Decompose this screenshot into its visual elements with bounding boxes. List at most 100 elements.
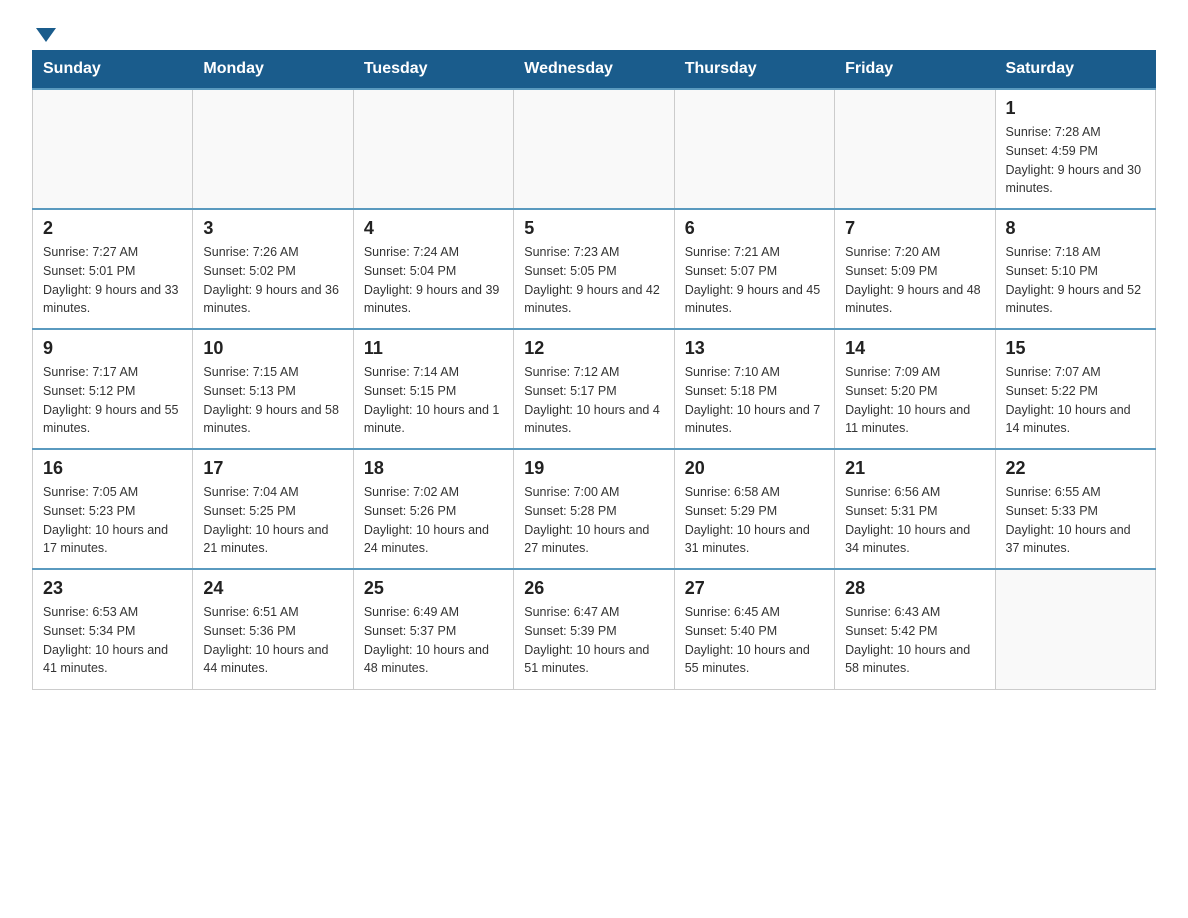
day-number: 4 <box>364 218 503 239</box>
logo-text <box>32 24 56 42</box>
day-info: Sunrise: 6:51 AMSunset: 5:36 PMDaylight:… <box>203 603 342 678</box>
day-number: 3 <box>203 218 342 239</box>
day-info: Sunrise: 7:24 AMSunset: 5:04 PMDaylight:… <box>364 243 503 318</box>
day-number: 5 <box>524 218 663 239</box>
day-number: 25 <box>364 578 503 599</box>
day-info: Sunrise: 7:21 AMSunset: 5:07 PMDaylight:… <box>685 243 824 318</box>
header-row: SundayMondayTuesdayWednesdayThursdayFrid… <box>33 50 1156 89</box>
day-number: 12 <box>524 338 663 359</box>
page-header <box>32 24 1156 38</box>
day-info: Sunrise: 6:53 AMSunset: 5:34 PMDaylight:… <box>43 603 182 678</box>
day-info: Sunrise: 7:20 AMSunset: 5:09 PMDaylight:… <box>845 243 984 318</box>
day-number: 6 <box>685 218 824 239</box>
day-number: 22 <box>1006 458 1145 479</box>
day-info: Sunrise: 7:12 AMSunset: 5:17 PMDaylight:… <box>524 363 663 438</box>
day-number: 11 <box>364 338 503 359</box>
day-info: Sunrise: 7:27 AMSunset: 5:01 PMDaylight:… <box>43 243 182 318</box>
day-info: Sunrise: 7:14 AMSunset: 5:15 PMDaylight:… <box>364 363 503 438</box>
calendar-cell <box>193 89 353 209</box>
calendar-cell: 22 Sunrise: 6:55 AMSunset: 5:33 PMDayligh… <box>995 449 1155 569</box>
day-info: Sunrise: 6:58 AMSunset: 5:29 PMDaylight:… <box>685 483 824 558</box>
calendar-cell <box>33 89 193 209</box>
day-number: 18 <box>364 458 503 479</box>
day-info: Sunrise: 6:55 AMSunset: 5:33 PMDaylight:… <box>1006 483 1145 558</box>
day-info: Sunrise: 6:45 AMSunset: 5:40 PMDaylight:… <box>685 603 824 678</box>
calendar-table: SundayMondayTuesdayWednesdayThursdayFrid… <box>32 50 1156 690</box>
day-number: 24 <box>203 578 342 599</box>
calendar-cell: 24 Sunrise: 6:51 AMSunset: 5:36 PMDayligh… <box>193 569 353 689</box>
day-number: 23 <box>43 578 182 599</box>
day-info: Sunrise: 7:17 AMSunset: 5:12 PMDaylight:… <box>43 363 182 438</box>
day-info: Sunrise: 6:43 AMSunset: 5:42 PMDaylight:… <box>845 603 984 678</box>
calendar-cell: 5 Sunrise: 7:23 AMSunset: 5:05 PMDaylight… <box>514 209 674 329</box>
calendar-body: 1Sunrise: 7:28 AMSunset: 4:59 PMDaylight… <box>33 89 1156 689</box>
day-info: Sunrise: 7:23 AMSunset: 5:05 PMDaylight:… <box>524 243 663 318</box>
header-tuesday: Tuesday <box>353 50 513 89</box>
calendar-cell: 12 Sunrise: 7:12 AMSunset: 5:17 PMDayligh… <box>514 329 674 449</box>
day-info: Sunrise: 7:26 AMSunset: 5:02 PMDaylight:… <box>203 243 342 318</box>
calendar-cell: 14 Sunrise: 7:09 AMSunset: 5:20 PMDayligh… <box>835 329 995 449</box>
day-number: 26 <box>524 578 663 599</box>
calendar-cell: 17Sunrise: 7:04 AMSunset: 5:25 PMDayligh… <box>193 449 353 569</box>
calendar-cell: 15 Sunrise: 7:07 AMSunset: 5:22 PMDayligh… <box>995 329 1155 449</box>
calendar-cell: 3 Sunrise: 7:26 AMSunset: 5:02 PMDaylight… <box>193 209 353 329</box>
calendar-cell: 18 Sunrise: 7:02 AMSunset: 5:26 PMDayligh… <box>353 449 513 569</box>
day-info: Sunrise: 7:00 AMSunset: 5:28 PMDaylight:… <box>524 483 663 558</box>
day-info: Sunrise: 7:02 AMSunset: 5:26 PMDaylight:… <box>364 483 503 558</box>
calendar-cell <box>353 89 513 209</box>
calendar-cell: 21Sunrise: 6:56 AMSunset: 5:31 PMDayligh… <box>835 449 995 569</box>
day-number: 9 <box>43 338 182 359</box>
week-row-1: 1Sunrise: 7:28 AMSunset: 4:59 PMDaylight… <box>33 89 1156 209</box>
calendar-cell: 16Sunrise: 7:05 AMSunset: 5:23 PMDayligh… <box>33 449 193 569</box>
calendar-cell: 10 Sunrise: 7:15 AMSunset: 5:13 PMDayligh… <box>193 329 353 449</box>
header-thursday: Thursday <box>674 50 834 89</box>
calendar-cell: 25 Sunrise: 6:49 AMSunset: 5:37 PMDayligh… <box>353 569 513 689</box>
week-row-5: 23 Sunrise: 6:53 AMSunset: 5:34 PMDayligh… <box>33 569 1156 689</box>
calendar-cell: 2Sunrise: 7:27 AMSunset: 5:01 PMDaylight… <box>33 209 193 329</box>
calendar-cell: 27 Sunrise: 6:45 AMSunset: 5:40 PMDayligh… <box>674 569 834 689</box>
day-info: Sunrise: 6:49 AMSunset: 5:37 PMDaylight:… <box>364 603 503 678</box>
week-row-4: 16Sunrise: 7:05 AMSunset: 5:23 PMDayligh… <box>33 449 1156 569</box>
day-number: 7 <box>845 218 984 239</box>
day-number: 27 <box>685 578 824 599</box>
day-number: 21 <box>845 458 984 479</box>
day-number: 28 <box>845 578 984 599</box>
calendar-cell <box>674 89 834 209</box>
calendar-header: SundayMondayTuesdayWednesdayThursdayFrid… <box>33 50 1156 89</box>
logo-arrow-icon <box>36 28 56 42</box>
calendar-cell: 26Sunrise: 6:47 AMSunset: 5:39 PMDayligh… <box>514 569 674 689</box>
day-info: Sunrise: 7:09 AMSunset: 5:20 PMDaylight:… <box>845 363 984 438</box>
calendar-cell: 13Sunrise: 7:10 AMSunset: 5:18 PMDayligh… <box>674 329 834 449</box>
day-info: Sunrise: 7:15 AMSunset: 5:13 PMDaylight:… <box>203 363 342 438</box>
week-row-3: 9 Sunrise: 7:17 AMSunset: 5:12 PMDaylight… <box>33 329 1156 449</box>
day-number: 1 <box>1006 98 1145 119</box>
calendar-cell: 6 Sunrise: 7:21 AMSunset: 5:07 PMDaylight… <box>674 209 834 329</box>
calendar-cell: 9 Sunrise: 7:17 AMSunset: 5:12 PMDaylight… <box>33 329 193 449</box>
calendar-cell: 28 Sunrise: 6:43 AMSunset: 5:42 PMDayligh… <box>835 569 995 689</box>
day-number: 15 <box>1006 338 1145 359</box>
day-info: Sunrise: 7:10 AMSunset: 5:18 PMDaylight:… <box>685 363 824 438</box>
day-info: Sunrise: 7:05 AMSunset: 5:23 PMDaylight:… <box>43 483 182 558</box>
calendar-cell: 7 Sunrise: 7:20 AMSunset: 5:09 PMDaylight… <box>835 209 995 329</box>
week-row-2: 2Sunrise: 7:27 AMSunset: 5:01 PMDaylight… <box>33 209 1156 329</box>
day-info: Sunrise: 7:18 AMSunset: 5:10 PMDaylight:… <box>1006 243 1145 318</box>
day-number: 17 <box>203 458 342 479</box>
day-info: Sunrise: 7:07 AMSunset: 5:22 PMDaylight:… <box>1006 363 1145 438</box>
header-wednesday: Wednesday <box>514 50 674 89</box>
calendar-cell: 4 Sunrise: 7:24 AMSunset: 5:04 PMDaylight… <box>353 209 513 329</box>
day-number: 10 <box>203 338 342 359</box>
day-number: 14 <box>845 338 984 359</box>
calendar-cell: 11 Sunrise: 7:14 AMSunset: 5:15 PMDayligh… <box>353 329 513 449</box>
calendar-cell: 8 Sunrise: 7:18 AMSunset: 5:10 PMDaylight… <box>995 209 1155 329</box>
header-monday: Monday <box>193 50 353 89</box>
header-friday: Friday <box>835 50 995 89</box>
calendar-cell: 23 Sunrise: 6:53 AMSunset: 5:34 PMDayligh… <box>33 569 193 689</box>
calendar-cell <box>835 89 995 209</box>
calendar-cell: 19Sunrise: 7:00 AMSunset: 5:28 PMDayligh… <box>514 449 674 569</box>
header-saturday: Saturday <box>995 50 1155 89</box>
calendar-cell <box>514 89 674 209</box>
day-number: 8 <box>1006 218 1145 239</box>
day-number: 20 <box>685 458 824 479</box>
calendar-cell: 20 Sunrise: 6:58 AMSunset: 5:29 PMDayligh… <box>674 449 834 569</box>
logo <box>32 24 56 38</box>
